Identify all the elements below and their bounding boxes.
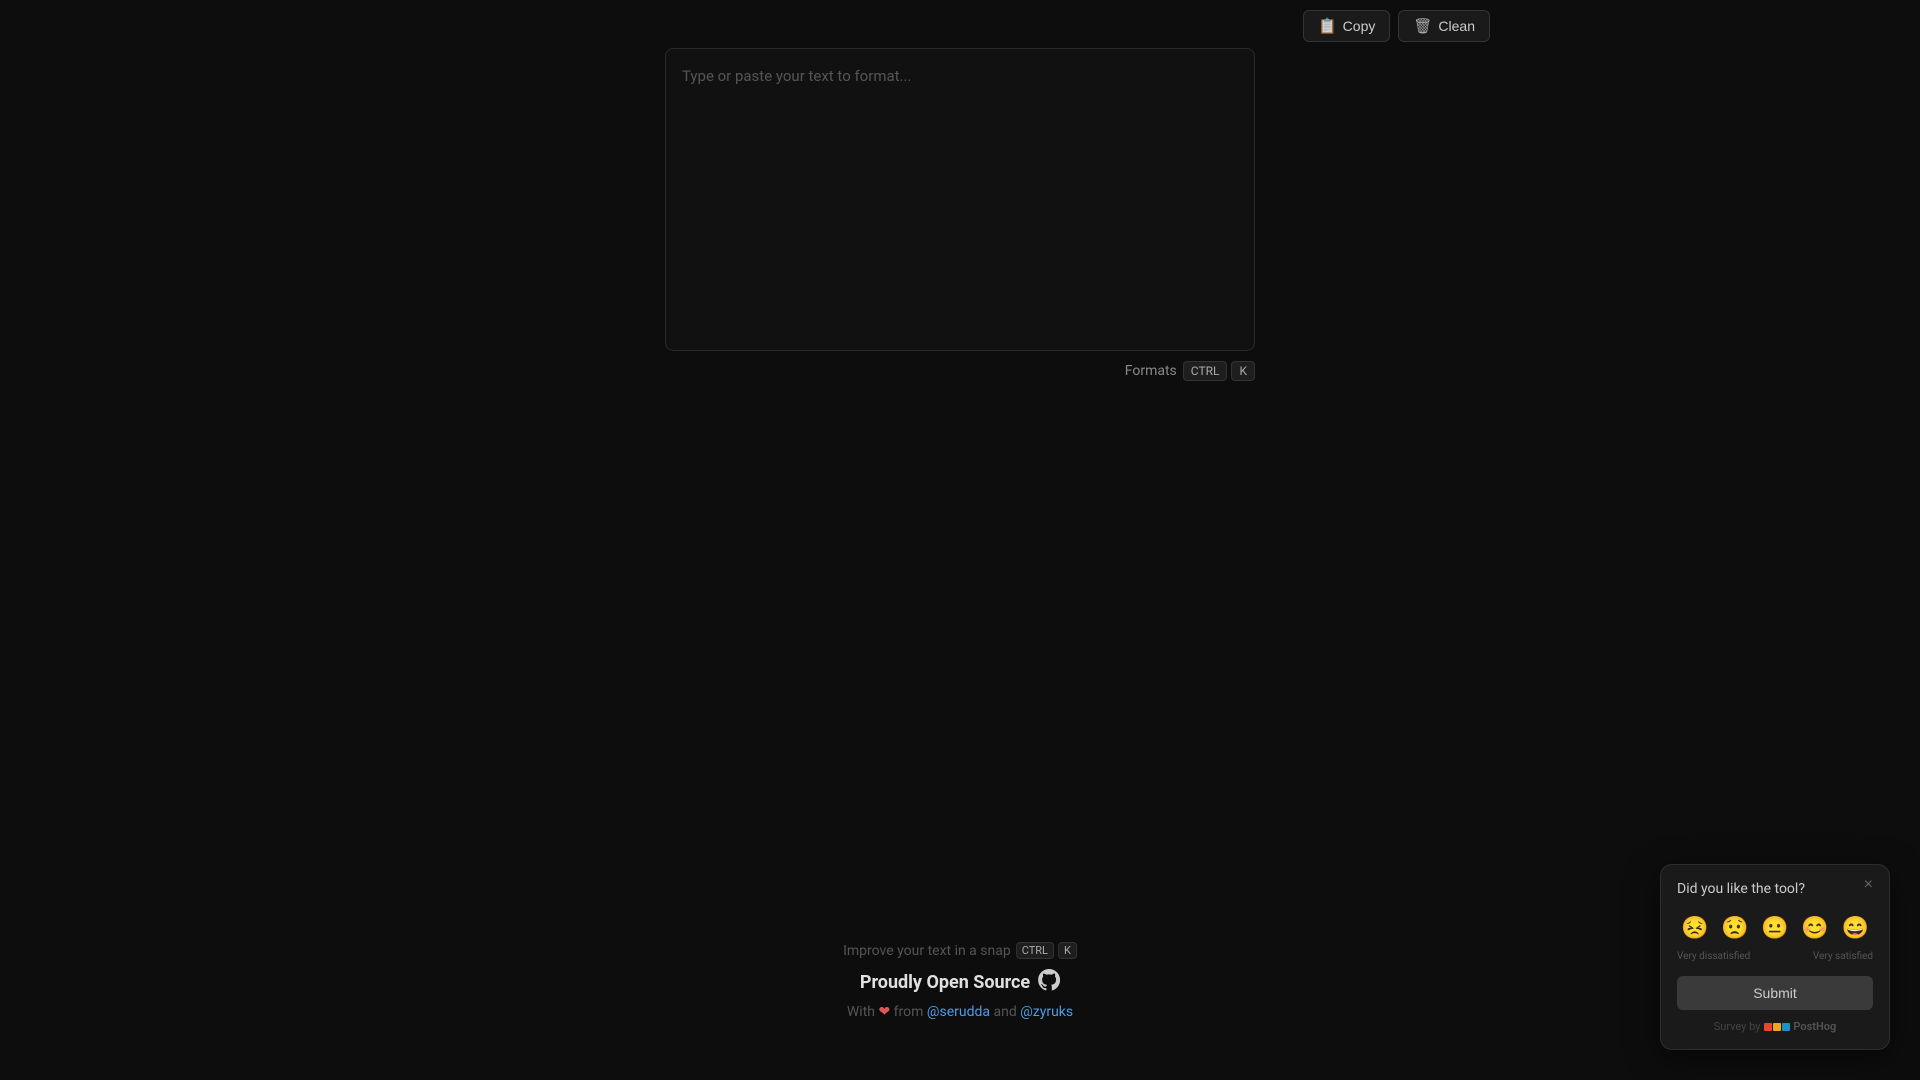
copy-icon: 📋 [1318, 17, 1337, 35]
keyboard-shortcut: CTRL K [1183, 361, 1255, 381]
ph-sq-red [1764, 1023, 1772, 1031]
credits-from: from [894, 1004, 927, 1020]
formats-bar: Formats CTRL K [665, 361, 1255, 381]
footer-ctrl-key: CTRL [1016, 942, 1054, 959]
survey-powered-by: Survey by PostHog [1677, 1020, 1873, 1033]
ph-sq-blue [1782, 1023, 1790, 1031]
survey-question: Did you like the tool? [1677, 881, 1873, 897]
main-container: Formats CTRL K [665, 48, 1255, 381]
footer-keyboard-shortcut: CTRL K [1016, 942, 1077, 959]
footer-credits: With ❤ from @serudda and @zyruks [843, 1004, 1077, 1020]
trash-icon: 🗑 [1413, 17, 1432, 35]
survey-close-button[interactable]: × [1858, 875, 1879, 895]
footer-oss: Proudly Open Source [843, 969, 1077, 996]
survey-label-right: Very satisfied [1813, 951, 1873, 962]
heart-icon: ❤ [878, 1004, 890, 1020]
github-icon [1038, 969, 1060, 996]
copy-label: Copy [1343, 18, 1376, 34]
author1-link[interactable]: @serudda [927, 1004, 990, 1020]
ph-sq-orange [1773, 1023, 1781, 1031]
emoji-neutral[interactable]: 😐 [1757, 911, 1792, 945]
oss-label: Proudly Open Source [860, 972, 1030, 993]
emoji-very-dissatisfied[interactable]: 😣 [1677, 911, 1712, 945]
survey-scale-labels: Very dissatisfied Very satisfied [1677, 951, 1873, 962]
survey-label-left: Very dissatisfied [1677, 951, 1750, 962]
credits-and: and [993, 1004, 1020, 1020]
credits-with: With [847, 1004, 879, 1020]
emoji-satisfied[interactable]: 😊 [1797, 911, 1832, 945]
footer: Improve your text in a snap CTRL K Proud… [843, 942, 1077, 1020]
text-area-wrapper [665, 48, 1255, 351]
emoji-dissatisfied[interactable]: 😟 [1717, 911, 1752, 945]
posthog-label: PostHog [1793, 1020, 1836, 1033]
toolbar: 📋 Copy 🗑 Clean [1303, 10, 1490, 42]
survey-emojis: 😣 😟 😐 😊 😄 [1677, 911, 1873, 945]
tagline-text: Improve your text in a snap [843, 943, 1011, 959]
clean-button[interactable]: 🗑 Clean [1398, 10, 1490, 42]
k-key: K [1231, 361, 1255, 381]
text-input[interactable] [682, 65, 1238, 330]
emoji-very-satisfied[interactable]: 😄 [1838, 911, 1873, 945]
ctrl-key: CTRL [1183, 361, 1228, 381]
powered-by-text: Survey by [1714, 1020, 1761, 1033]
survey-submit-button[interactable]: Submit [1677, 976, 1873, 1010]
author2-link[interactable]: @zyruks [1020, 1004, 1073, 1020]
copy-button[interactable]: 📋 Copy [1303, 10, 1390, 42]
posthog-logo-icon [1764, 1023, 1790, 1031]
posthog-logo: PostHog [1764, 1020, 1836, 1033]
survey-popup: × Did you like the tool? 😣 😟 😐 😊 😄 Very … [1660, 864, 1890, 1050]
formats-label: Formats [1125, 363, 1177, 379]
footer-tagline: Improve your text in a snap CTRL K [843, 942, 1077, 959]
footer-k-key: K [1058, 942, 1077, 959]
clean-label: Clean [1438, 18, 1475, 34]
